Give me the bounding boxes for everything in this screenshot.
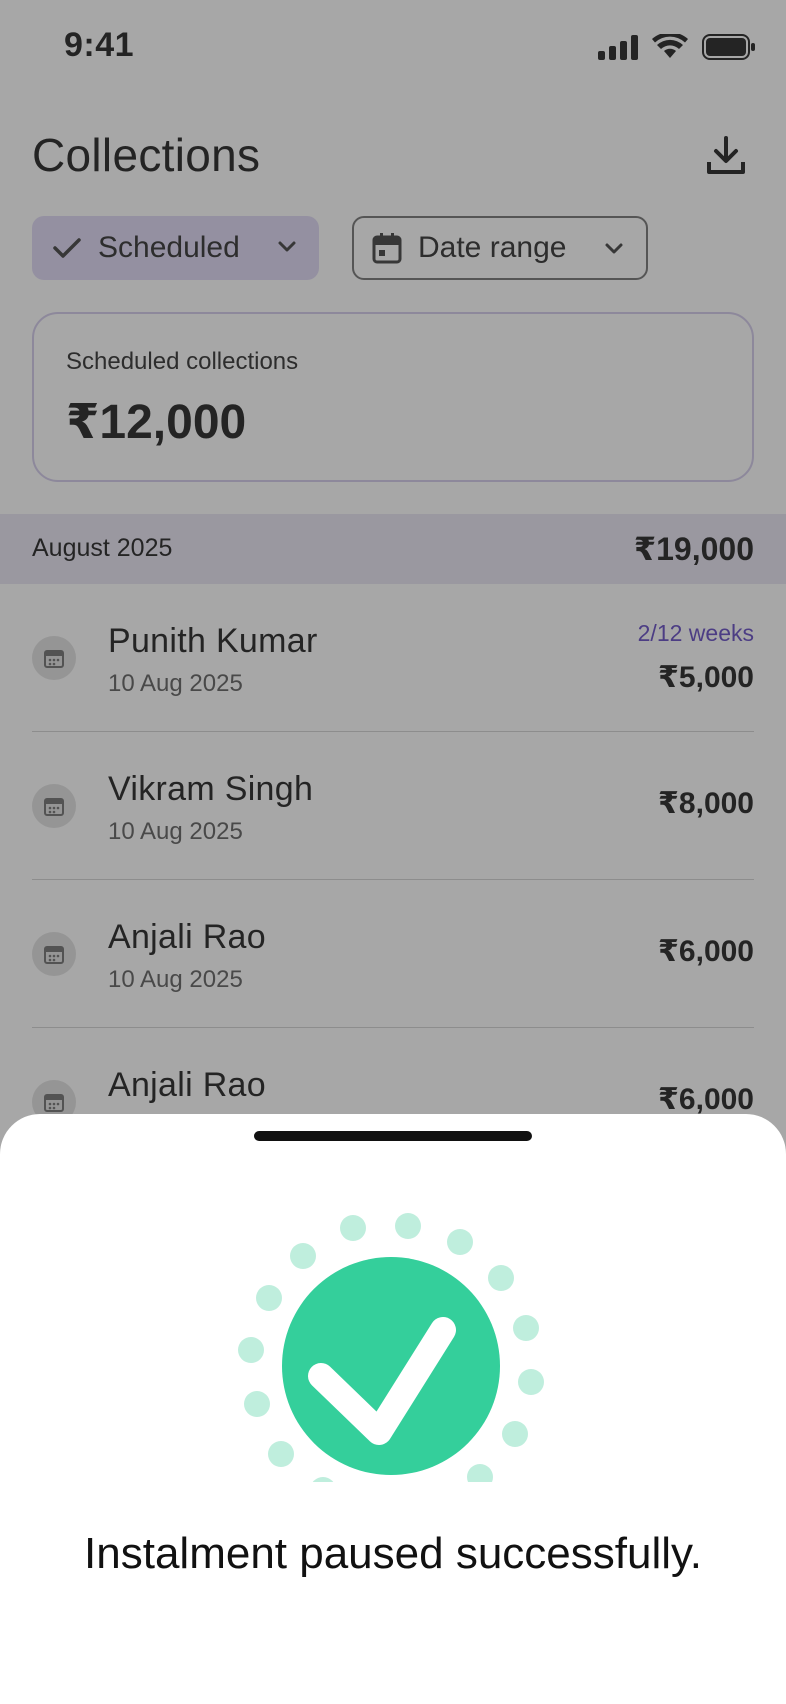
sheet-drag-handle[interactable] xyxy=(254,1131,532,1141)
success-message: Instalment paused successfully. xyxy=(84,1529,702,1578)
collections-screen: 9:41 Collections Scheduled Date range Sc… xyxy=(0,0,786,1704)
success-check-icon xyxy=(238,1213,544,1482)
success-bottom-sheet: Instalment paused successfully. xyxy=(0,1114,786,1704)
